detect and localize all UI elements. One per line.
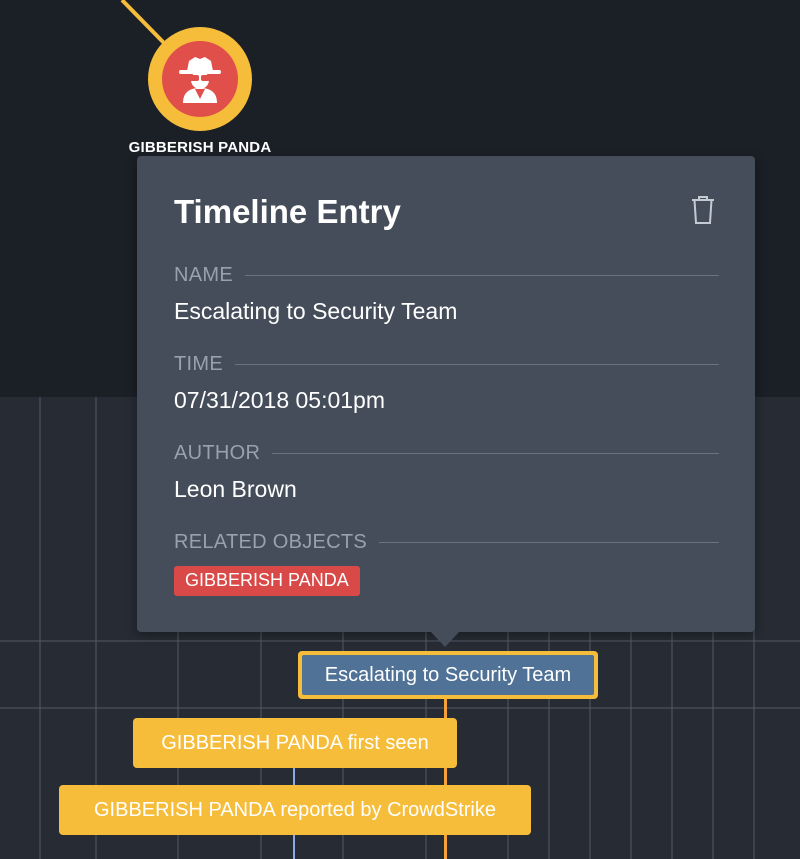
divider xyxy=(272,453,719,454)
trash-icon xyxy=(692,196,714,224)
timeline-entry[interactable]: GIBBERISH PANDA reported by CrowdStrike xyxy=(59,785,531,835)
divider xyxy=(244,275,719,276)
actor-label: GIBBERISH PANDA xyxy=(128,139,272,156)
timeline-entry-selected[interactable]: Escalating to Security Team xyxy=(298,651,598,699)
author-value: Leon Brown xyxy=(174,476,297,502)
actor-node[interactable] xyxy=(148,27,252,131)
related-objects-label: RELATED OBJECTS xyxy=(174,531,719,554)
timeline-entry-label: Escalating to Security Team xyxy=(302,655,594,695)
name-label: NAME xyxy=(174,264,719,287)
name-value: Escalating to Security Team xyxy=(174,298,458,324)
author-label: AUTHOR xyxy=(174,442,719,465)
divider xyxy=(379,542,719,543)
divider xyxy=(234,364,719,365)
timeline-entry-popover: Timeline Entry NAME Escalating to Securi… xyxy=(137,156,755,632)
popover-caret xyxy=(430,631,460,647)
time-label: TIME xyxy=(174,353,719,376)
delete-button[interactable] xyxy=(688,194,718,226)
actor-node-inner xyxy=(162,41,238,117)
connector-line xyxy=(120,0,167,46)
timeline-entry[interactable]: GIBBERISH PANDA first seen xyxy=(133,718,457,768)
spy-icon xyxy=(179,57,221,103)
popover-title: Timeline Entry xyxy=(174,193,401,230)
time-value: 07/31/2018 05:01pm xyxy=(174,387,386,413)
related-object-tag[interactable]: GIBBERISH PANDA xyxy=(174,566,360,596)
